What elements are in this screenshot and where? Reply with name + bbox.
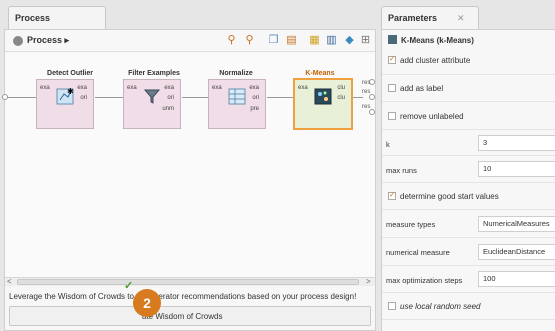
breadcrumb[interactable]: Process ▸ bbox=[27, 35, 69, 46]
output-port-label: clu bbox=[337, 95, 345, 101]
param-row: remove unlabeled bbox=[382, 102, 555, 130]
input-port-label: exa bbox=[298, 85, 308, 91]
input-port-label: exa bbox=[127, 85, 137, 91]
numerical-measure-select[interactable]: EuclideanDistance bbox=[478, 244, 555, 260]
connection-wire bbox=[182, 97, 208, 98]
horizontal-scrollbar[interactable]: < > bbox=[5, 277, 375, 286]
checkbox-label: add cluster attribute bbox=[400, 56, 471, 65]
operator-detect-outlier[interactable]: exa ✱ exa ori bbox=[36, 79, 94, 129]
param-row: k 3 bbox=[382, 130, 555, 156]
scroll-left-icon[interactable]: < bbox=[7, 277, 12, 286]
output-port-label: exa bbox=[77, 85, 87, 91]
scroll-thumb[interactable] bbox=[17, 279, 359, 285]
remove-unlabeled-checkbox[interactable] bbox=[388, 112, 396, 120]
parameters-tab-label: Parameters bbox=[388, 13, 438, 23]
max-runs-input[interactable]: 10 bbox=[478, 161, 555, 177]
process-panel: Process ▸ ⚲ ⚲ ❐ ▤ ▦ ▥ ◆ ⊞ Detect Outlier… bbox=[2, 29, 376, 331]
output-port-label: unm bbox=[162, 106, 174, 112]
param-row: add as label bbox=[382, 75, 555, 102]
operator-k-means[interactable]: exa clu clu bbox=[293, 78, 353, 130]
connection-wire bbox=[95, 97, 123, 98]
output-port-label: exa bbox=[249, 85, 259, 91]
param-row: determine good start values bbox=[382, 183, 555, 210]
activate-wisdom-button[interactable]: ate Wisdom of Crowds bbox=[9, 306, 371, 326]
k-input[interactable]: 3 bbox=[478, 135, 555, 151]
param-label-max-runs: max runs bbox=[386, 166, 417, 175]
output-port-label: ori bbox=[80, 95, 87, 101]
max-optimization-steps-input[interactable]: 100 bbox=[478, 271, 555, 287]
checkbox-label: add as label bbox=[400, 84, 444, 93]
output-port-label: exa bbox=[164, 85, 174, 91]
operator-title: Normalize bbox=[219, 70, 253, 77]
output-port-label: ori bbox=[167, 95, 174, 101]
param-row: measure types NumericalMeasures bbox=[382, 210, 555, 238]
filter-icon bbox=[143, 89, 161, 104]
good-start-values-checkbox[interactable] bbox=[388, 190, 396, 200]
add-cluster-attribute-checkbox[interactable] bbox=[388, 54, 396, 64]
input-port-label: exa bbox=[212, 85, 222, 91]
operator-normalize[interactable]: exa exa ori pre bbox=[208, 79, 266, 129]
param-label-measure-types: measure types bbox=[386, 220, 436, 229]
paste-icon[interactable]: ▤ bbox=[285, 34, 298, 47]
zoom-out-icon[interactable]: ⚲ bbox=[243, 34, 256, 47]
param-row: numerical measure EuclideanDistance bbox=[382, 238, 555, 266]
process-root-icon bbox=[13, 36, 23, 46]
operator-title: Filter Examples bbox=[128, 70, 180, 77]
parameters-tab[interactable]: Parameters ✕ bbox=[381, 6, 479, 30]
copy-icon[interactable]: ❐ bbox=[267, 34, 280, 47]
result-port-label: res bbox=[362, 89, 371, 95]
normalize-icon bbox=[228, 88, 246, 105]
param-row: max runs 10 bbox=[382, 156, 555, 183]
process-tab[interactable]: Process bbox=[8, 6, 106, 30]
use-local-random-seed-checkbox[interactable] bbox=[388, 302, 396, 310]
checkbox-label: use local random seed bbox=[400, 302, 481, 311]
detect-outlier-icon: ✱ bbox=[56, 88, 74, 105]
k-means-icon bbox=[388, 35, 397, 44]
grid-icon[interactable]: ⊞ bbox=[359, 34, 372, 47]
connection-wire bbox=[267, 97, 293, 98]
wisdom-description: Leverage the Wisdom of Crowds to get ope… bbox=[9, 292, 357, 301]
param-row: use local random seed bbox=[382, 293, 555, 320]
process-toolbar: Process ▸ ⚲ ⚲ ❐ ▤ ▦ ▥ ◆ ⊞ bbox=[5, 30, 375, 52]
param-label-numerical-measure: numerical measure bbox=[386, 248, 450, 257]
param-row: add cluster attribute bbox=[382, 48, 555, 75]
arrange-icon[interactable]: ▥ bbox=[325, 34, 338, 47]
operator-header: K-Means (k-Means) bbox=[388, 35, 474, 45]
add-as-label-checkbox[interactable] bbox=[388, 84, 396, 92]
param-label-k: k bbox=[386, 140, 390, 149]
shape-icon[interactable]: ◆ bbox=[343, 34, 356, 47]
measure-types-select[interactable]: NumericalMeasures bbox=[478, 216, 555, 232]
output-port-label: pre bbox=[250, 106, 259, 112]
connection-wire bbox=[8, 97, 36, 98]
param-label-max-optimization-steps: max optimization steps bbox=[386, 276, 463, 285]
close-icon[interactable]: ✕ bbox=[457, 7, 465, 29]
connection-wire bbox=[353, 97, 363, 98]
output-port-label: clu bbox=[337, 85, 345, 91]
operator-filter-examples[interactable]: exa exa ori unm bbox=[123, 79, 181, 129]
operator-header-label: K-Means (k-Means) bbox=[401, 36, 474, 45]
svg-text:✱: ✱ bbox=[67, 88, 74, 96]
checkbox-label: remove unlabeled bbox=[400, 112, 464, 121]
checkmark-icon: ✓ bbox=[124, 280, 134, 292]
auto-wire-icon[interactable]: ▦ bbox=[308, 34, 321, 47]
step-badge: 2 bbox=[133, 289, 161, 317]
checkbox-label: determine good start values bbox=[400, 192, 499, 201]
result-port-label: res bbox=[362, 104, 371, 110]
output-port-label: ori bbox=[252, 95, 259, 101]
k-means-icon bbox=[314, 88, 332, 105]
zoom-in-icon[interactable]: ⚲ bbox=[225, 34, 238, 47]
input-port-label: exa bbox=[40, 85, 50, 91]
process-canvas[interactable]: Detect Outlier exa ✱ exa ori Filter Exam… bbox=[2, 53, 375, 278]
param-row: max optimization steps 100 bbox=[382, 266, 555, 293]
result-port-label: res bbox=[362, 80, 371, 86]
operator-title: Detect Outlier bbox=[47, 70, 93, 77]
operator-title: K-Means bbox=[305, 70, 335, 77]
scroll-right-icon[interactable]: > bbox=[366, 277, 371, 286]
parameters-panel: K-Means (k-Means) add cluster attribute … bbox=[381, 29, 555, 331]
